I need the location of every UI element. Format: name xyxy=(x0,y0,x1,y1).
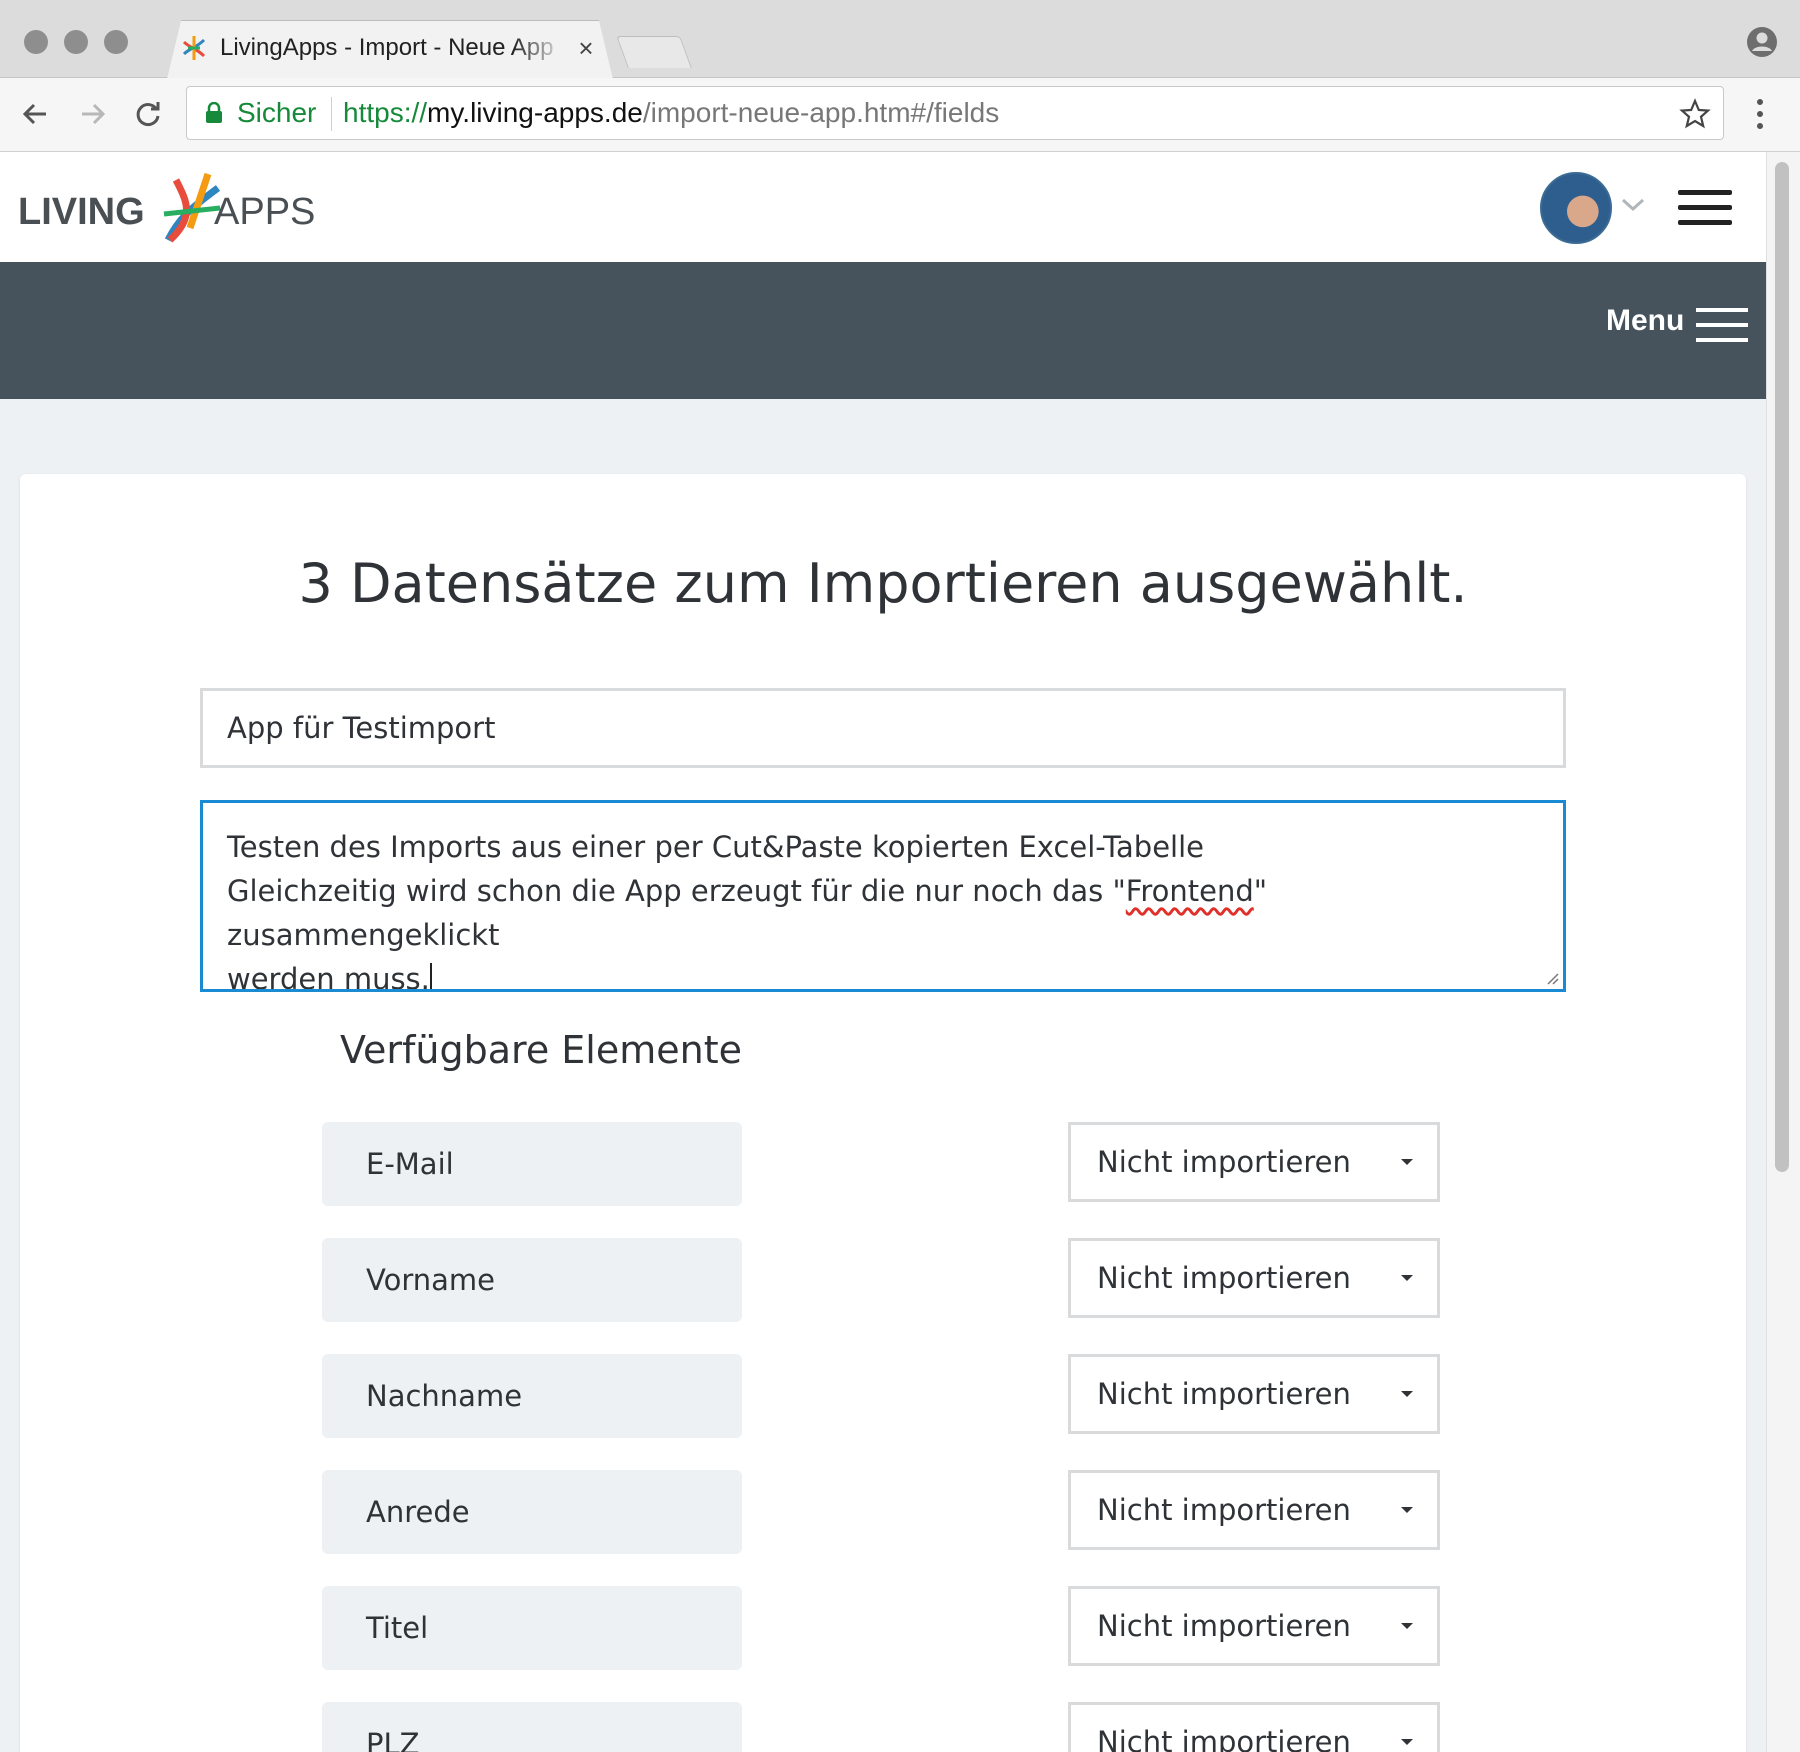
field-label: Vorname xyxy=(322,1238,742,1322)
navbar-menu-icon[interactable] xyxy=(1696,306,1748,344)
new-tab-button[interactable] xyxy=(616,36,692,68)
field-mapping-value: Nicht importieren xyxy=(1097,1725,1351,1752)
tab-strip: LivingApps - Import - Neue App × xyxy=(0,0,1800,78)
forward-arrow-icon[interactable] xyxy=(74,96,110,132)
description-line-1: Testen des Imports aus einer per Cut&Pas… xyxy=(227,830,1204,864)
description-line-2-start: Gleichzeitig wird schon die App erzeugt … xyxy=(227,874,1126,908)
main-navbar: Menu xyxy=(0,262,1766,399)
app-name-input[interactable] xyxy=(200,688,1566,768)
site-header: LIVING APPS xyxy=(0,152,1766,262)
description-line-3: werden muss. xyxy=(227,962,430,992)
import-card: 3 Datensätze zum Importieren ausgewählt.… xyxy=(20,474,1746,1752)
lock-icon xyxy=(206,102,222,123)
page-scrollbar-thumb[interactable] xyxy=(1775,162,1789,1172)
page-title: 3 Datensätze zum Importieren ausgewählt. xyxy=(298,552,1468,615)
back-arrow-icon[interactable] xyxy=(18,96,54,132)
field-label: Anrede xyxy=(322,1470,742,1554)
field-mapping-select[interactable]: Nicht importieren xyxy=(1068,1702,1440,1752)
browser-window: LivingApps - Import - Neue App × Sicher xyxy=(0,0,1800,1752)
caret-down-icon xyxy=(1401,1275,1413,1281)
resize-grip-icon[interactable] xyxy=(1543,969,1559,985)
field-label: PLZ xyxy=(322,1702,742,1752)
caret-down-icon xyxy=(1401,1391,1413,1397)
close-window-button[interactable] xyxy=(24,30,48,54)
bookmark-star-icon[interactable] xyxy=(1679,98,1711,130)
caret-down-icon xyxy=(1401,1623,1413,1629)
field-mapping-value: Nicht importieren xyxy=(1097,1609,1351,1643)
page-viewport: LIVING APPS Menu 3 Datensätze zum Import… xyxy=(0,152,1782,1752)
caret-down-icon xyxy=(1401,1507,1413,1513)
field-row: PLZ Nicht importieren xyxy=(322,1702,1442,1752)
tab-close-icon[interactable]: × xyxy=(574,34,598,62)
field-mapping-value: Nicht importieren xyxy=(1097,1377,1351,1411)
caret-down-icon xyxy=(1401,1739,1413,1745)
field-row: E-Mail Nicht importieren xyxy=(322,1122,1442,1206)
hamburger-menu-icon[interactable] xyxy=(1678,188,1732,228)
url-host: my.living-apps.de xyxy=(427,97,643,128)
field-mapping-value: Nicht importieren xyxy=(1097,1493,1351,1527)
address-bar[interactable]: Sicher https://my.living-apps.de/import-… xyxy=(186,86,1724,140)
tab-title: LivingApps - Import - Neue App xyxy=(220,34,554,61)
livingapps-logo[interactable]: LIVING APPS xyxy=(18,170,338,246)
url-path: /import-neue-app.htm#/fields xyxy=(642,97,1000,128)
navbar-menu-label[interactable]: Menu xyxy=(1606,304,1684,338)
field-row: Vorname Nicht importieren xyxy=(322,1238,1442,1322)
caret-down-icon xyxy=(1401,1159,1413,1165)
field-mapping-select[interactable]: Nicht importieren xyxy=(1068,1470,1440,1550)
field-mapping-select[interactable]: Nicht importieren xyxy=(1068,1238,1440,1318)
reload-icon[interactable] xyxy=(130,96,166,132)
field-label: E-Mail xyxy=(322,1122,742,1206)
field-row: Titel Nicht importieren xyxy=(322,1586,1442,1670)
secure-label: Sicher xyxy=(237,97,317,128)
app-description-textarea[interactable]: Testen des Imports aus einer per Cut&Pas… xyxy=(200,800,1566,992)
field-mapping-select[interactable]: Nicht importieren xyxy=(1068,1122,1440,1202)
zoom-window-button[interactable] xyxy=(104,30,128,54)
url-scheme: https:// xyxy=(343,97,428,128)
chevron-down-icon[interactable] xyxy=(1620,196,1646,214)
address-divider xyxy=(331,97,332,131)
svg-text:LIVING: LIVING xyxy=(18,191,145,233)
field-mapping-value: Nicht importieren xyxy=(1097,1261,1351,1295)
text-cursor xyxy=(429,963,432,989)
field-row: Nachname Nicht importieren xyxy=(322,1354,1442,1438)
profile-icon[interactable] xyxy=(1746,26,1778,58)
section-title: Verfügbare Elemente xyxy=(340,1028,742,1072)
svg-text:APPS: APPS xyxy=(214,191,315,233)
field-mapping-select[interactable]: Nicht importieren xyxy=(1068,1586,1440,1666)
livingapps-favicon-icon xyxy=(182,36,206,60)
field-label: Titel xyxy=(322,1586,742,1670)
browser-toolbar: Sicher https://my.living-apps.de/import-… xyxy=(0,78,1800,152)
field-row: Anrede Nicht importieren xyxy=(322,1470,1442,1554)
field-label: Nachname xyxy=(322,1354,742,1438)
field-mapping-value: Nicht importieren xyxy=(1097,1145,1351,1179)
description-misspelled-word: Frontend xyxy=(1125,874,1254,908)
user-avatar[interactable] xyxy=(1540,172,1612,244)
browser-menu-icon[interactable] xyxy=(1752,96,1768,132)
url-text[interactable]: https://my.living-apps.de/import-neue-ap… xyxy=(343,97,999,129)
field-mapping-select[interactable]: Nicht importieren xyxy=(1068,1354,1440,1434)
minimize-window-button[interactable] xyxy=(64,30,88,54)
